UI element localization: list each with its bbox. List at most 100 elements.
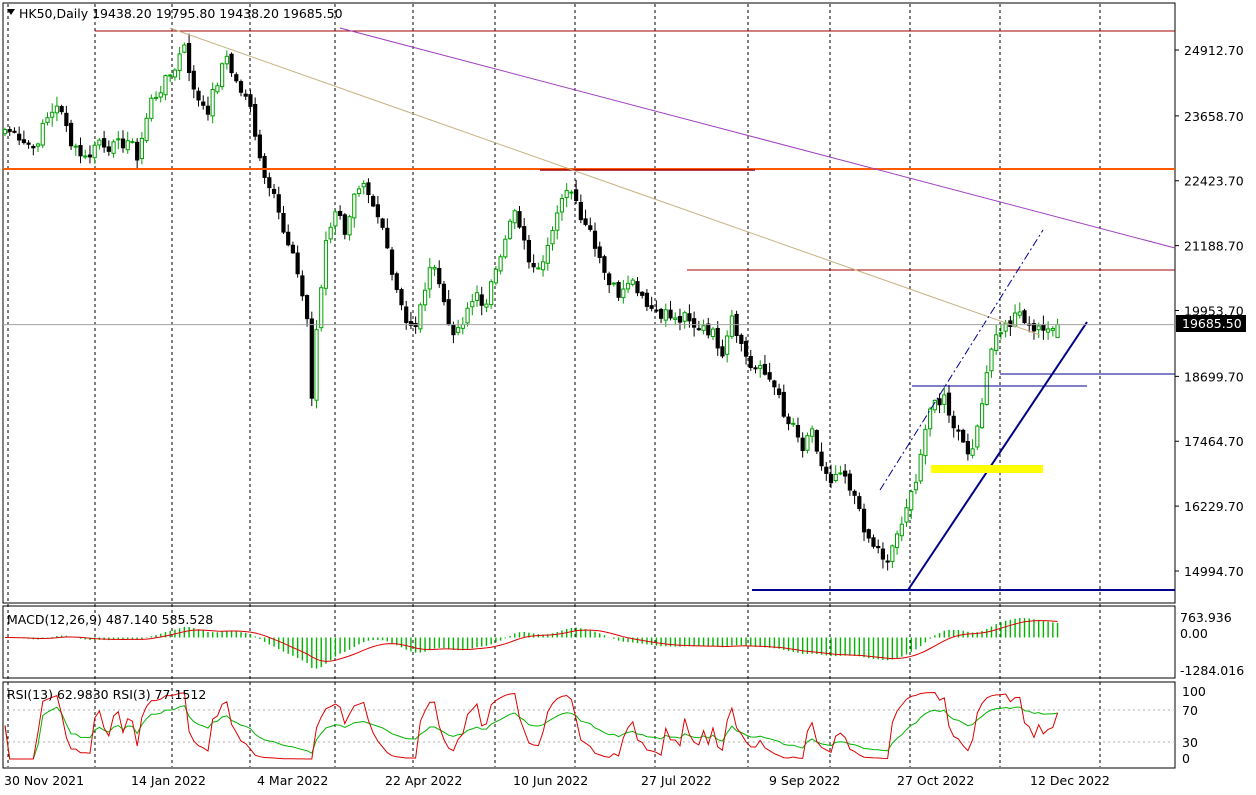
candle-body-26 [125,140,130,151]
candle-body-221 [1046,328,1051,333]
candle-body-123 [583,218,588,225]
candle-184 [871,534,876,549]
candle-body-61 [290,244,296,254]
candle-body-3 [17,133,22,141]
candle-body-185 [876,545,881,549]
candle-81 [385,218,390,249]
candle-157 [743,336,749,365]
candle-174 [824,461,829,481]
macd-axis-bottom: -1284.016 [1180,663,1244,678]
candle-124 [588,217,593,232]
candle-body-9 [45,117,50,123]
candle-11 [54,96,60,122]
candle-166 [786,413,791,431]
candle-51 [243,89,248,101]
candle-36 [172,68,178,81]
candle-body-30 [144,117,149,142]
candle-149 [706,317,711,339]
candle-body-223 [1055,324,1060,339]
candle-body-13 [64,112,69,127]
candle-body-156 [739,334,744,344]
candle-body-20 [97,139,102,146]
chart-root[interactable]: 24912.7023658.7022423.7021188.7019953.70… [0,0,1256,795]
candle-body-64 [304,295,310,320]
candle-body-184 [871,537,876,547]
candle-body-19 [92,144,97,159]
candle-body-114 [540,261,546,271]
candle-64 [304,294,310,327]
candle-body-17 [83,155,88,158]
candle-96 [456,319,461,336]
candle-body-0 [2,128,8,135]
candle-181 [857,492,862,512]
candle-body-95 [451,325,456,336]
candle-134 [635,277,640,297]
candle-body-4 [21,139,26,144]
candle-body-39 [186,42,192,73]
candle-143 [677,308,683,331]
date-label-0: 30 Nov 2021 [4,773,84,788]
candle-207 [979,398,985,429]
candle-59 [281,205,286,235]
candle-137 [649,296,654,312]
candle-body-48 [229,53,234,74]
candle-body-143 [677,316,683,323]
candle-body-141 [668,309,673,319]
candle-21 [102,130,107,153]
candle-112 [531,254,536,273]
candle-body-112 [531,263,536,268]
candle-221 [1046,321,1051,340]
candle-body-59 [281,212,286,233]
candle-33 [158,85,163,103]
candle-body-133 [630,279,635,285]
date-label-7: 27 Oct 2022 [897,773,974,788]
candle-108 [512,208,517,230]
uptrend-line [907,321,1088,591]
candle-216 [1022,308,1027,324]
candle-body-56 [267,177,272,189]
candle-body-195 [923,428,928,457]
candle-body-219 [1036,325,1041,331]
candle-body-33 [158,92,163,98]
candle-7 [35,142,41,152]
candle-116 [550,226,555,251]
candle-body-21 [102,138,107,148]
candle-193 [913,473,919,495]
candle-104 [493,266,498,286]
candle-body-15 [73,145,78,148]
candle-body-85 [404,306,409,323]
candle-101 [479,286,484,316]
candle-body-210 [994,334,999,352]
candle-54 [257,129,262,162]
candle-110 [522,218,527,250]
candle-168 [795,417,801,443]
candle-50 [238,79,244,97]
candle-body-145 [687,313,692,322]
candle-body-168 [795,424,801,438]
rsi-header: RSI(13) 62.9830 RSI(3) 77.1512 [7,687,206,702]
candle-body-169 [800,437,805,451]
candle-140 [663,303,668,327]
candle-141 [668,300,673,321]
candle-body-178 [843,470,848,477]
candle-body-32 [153,96,159,99]
candle-152 [720,339,725,359]
candle-39 [186,33,192,82]
candle-body-186 [880,548,886,560]
candle-body-80 [380,218,385,228]
candle-146 [692,311,697,337]
rsi-axis-30: 30 [1182,735,1198,750]
candle-106 [503,235,508,259]
candle-76 [361,180,366,195]
candle-218 [1031,319,1037,340]
candle-body-175 [828,473,834,484]
candle-32 [153,91,159,102]
candle-35 [168,73,173,83]
candle-22 [106,140,111,156]
candle-body-163 [772,380,777,388]
candle-body-139 [658,308,664,319]
candle-body-206 [975,425,980,448]
candle-77 [366,178,371,204]
candle-body-152 [720,346,725,357]
candle-90 [427,257,432,298]
